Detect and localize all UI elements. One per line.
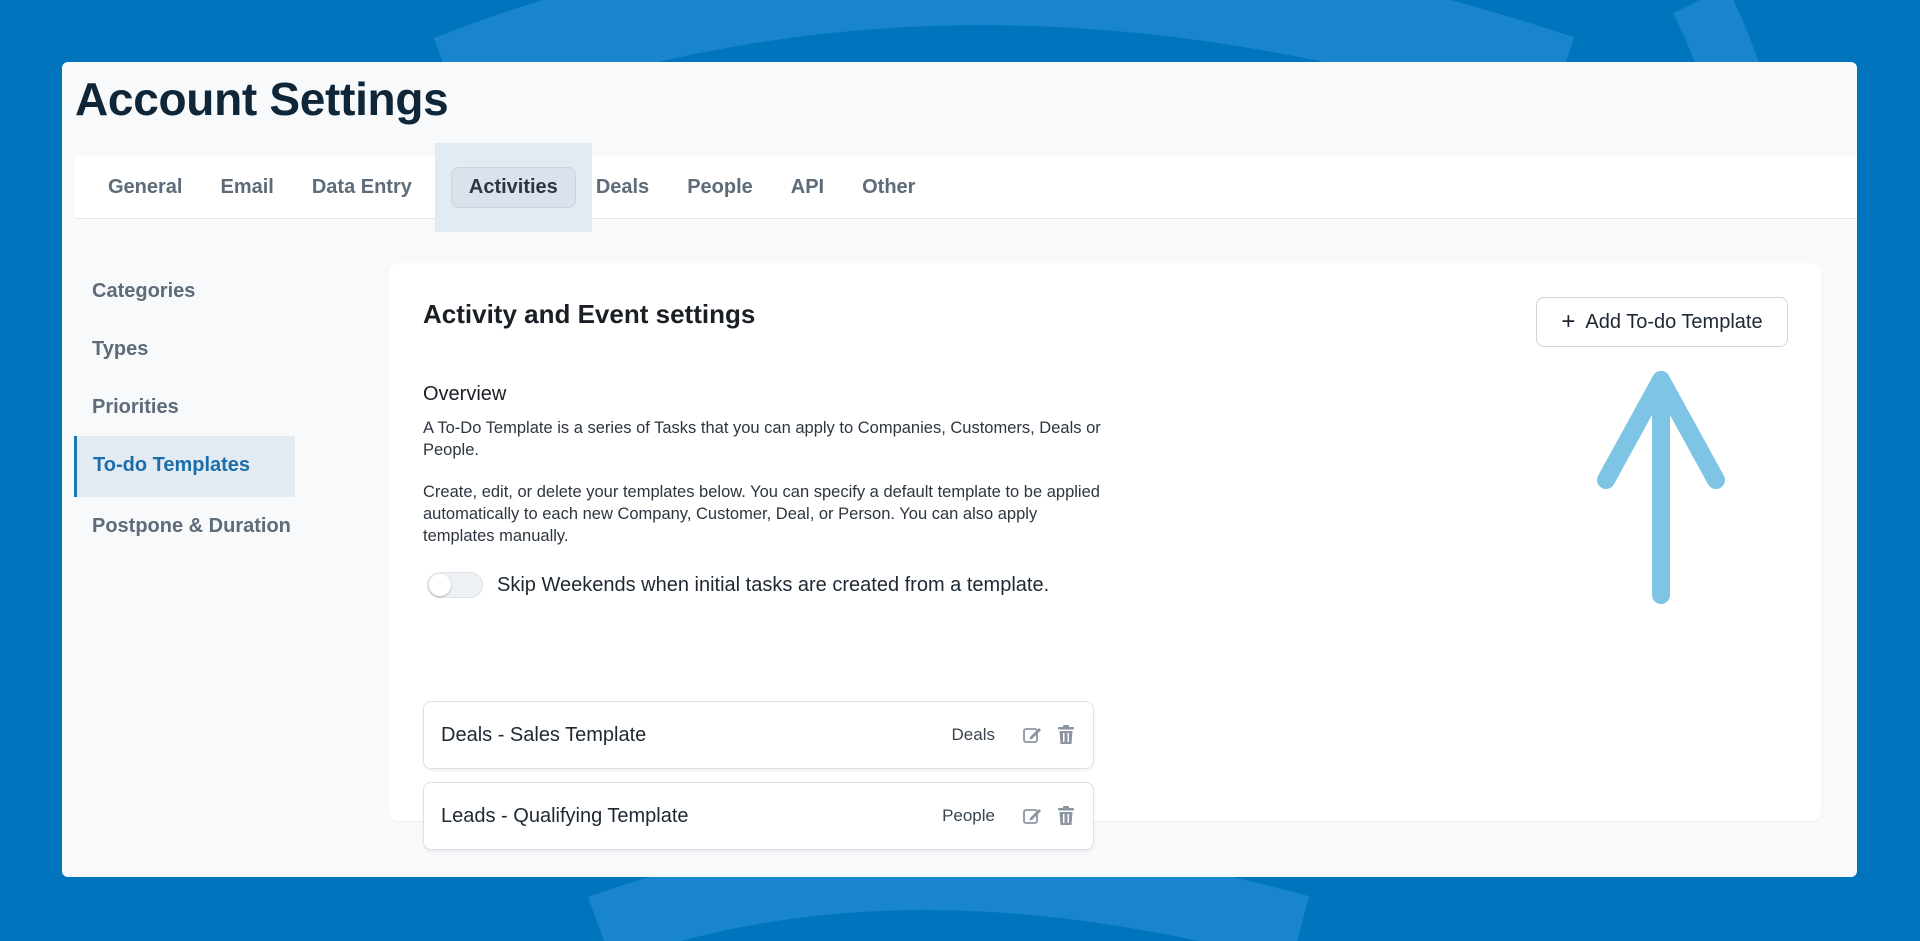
arrow-up-icon [1597,371,1725,604]
tab-deals[interactable]: Deals [594,168,666,207]
tab-general[interactable]: General [91,168,199,207]
tab-data-entry[interactable]: Data Entry [295,168,429,207]
page-title: Account Settings [75,73,449,125]
trash-icon[interactable] [1055,805,1077,827]
sidebar-item-categories[interactable]: Categories [62,262,362,320]
section-title: Activity and Event settings [423,299,756,329]
overview-heading: Overview [423,383,507,405]
tab-other[interactable]: Other [845,168,932,207]
plus-icon: + [1561,308,1576,335]
tabs-bar: General Email Data Entry Activities Deal… [75,143,1857,232]
add-todo-template-label: Add To-do Template [1585,310,1763,333]
edit-icon[interactable] [1021,724,1043,746]
skip-weekends-row: Skip Weekends when initial tasks are cre… [427,572,1049,598]
add-todo-template-button[interactable]: + Add To-do Template [1536,297,1788,347]
skip-weekends-label: Skip Weekends when initial tasks are cre… [497,573,1050,596]
template-type: People [942,806,995,825]
sidebar: Categories Types Priorities To-do Templa… [62,262,362,555]
tab-people[interactable]: People [670,168,770,207]
template-list: Deals - Sales Template Deals Leads - Qua… [423,701,1094,863]
overview-paragraph-1: A To-Do Template is a series of Tasks th… [423,419,1101,459]
overview-paragraph-2: Create, edit, or delete your templates b… [423,483,1100,545]
tab-activities[interactable]: Activities [434,143,592,232]
template-type: Deals [951,725,995,744]
template-row: Deals - Sales Template Deals [423,701,1094,769]
sidebar-item-postpone-duration[interactable]: Postpone & Duration [62,497,362,555]
settings-panel: Account Settings General Email Data Entr… [62,62,1857,877]
template-name: Deals - Sales Template [441,723,647,746]
trash-icon[interactable] [1055,724,1077,746]
template-name: Leads - Qualifying Template [441,804,689,827]
sidebar-item-types[interactable]: Types [62,320,362,378]
toggle-knob [429,574,451,596]
template-row: Leads - Qualifying Template People [423,782,1094,850]
sidebar-item-todo-templates[interactable]: To-do Templates [74,436,295,497]
edit-icon[interactable] [1021,805,1043,827]
tab-activities-label: Activities [450,167,576,208]
tab-api[interactable]: API [774,168,841,207]
tab-email[interactable]: Email [203,168,290,207]
sidebar-item-priorities[interactable]: Priorities [62,378,362,436]
skip-weekends-toggle[interactable] [427,572,483,598]
